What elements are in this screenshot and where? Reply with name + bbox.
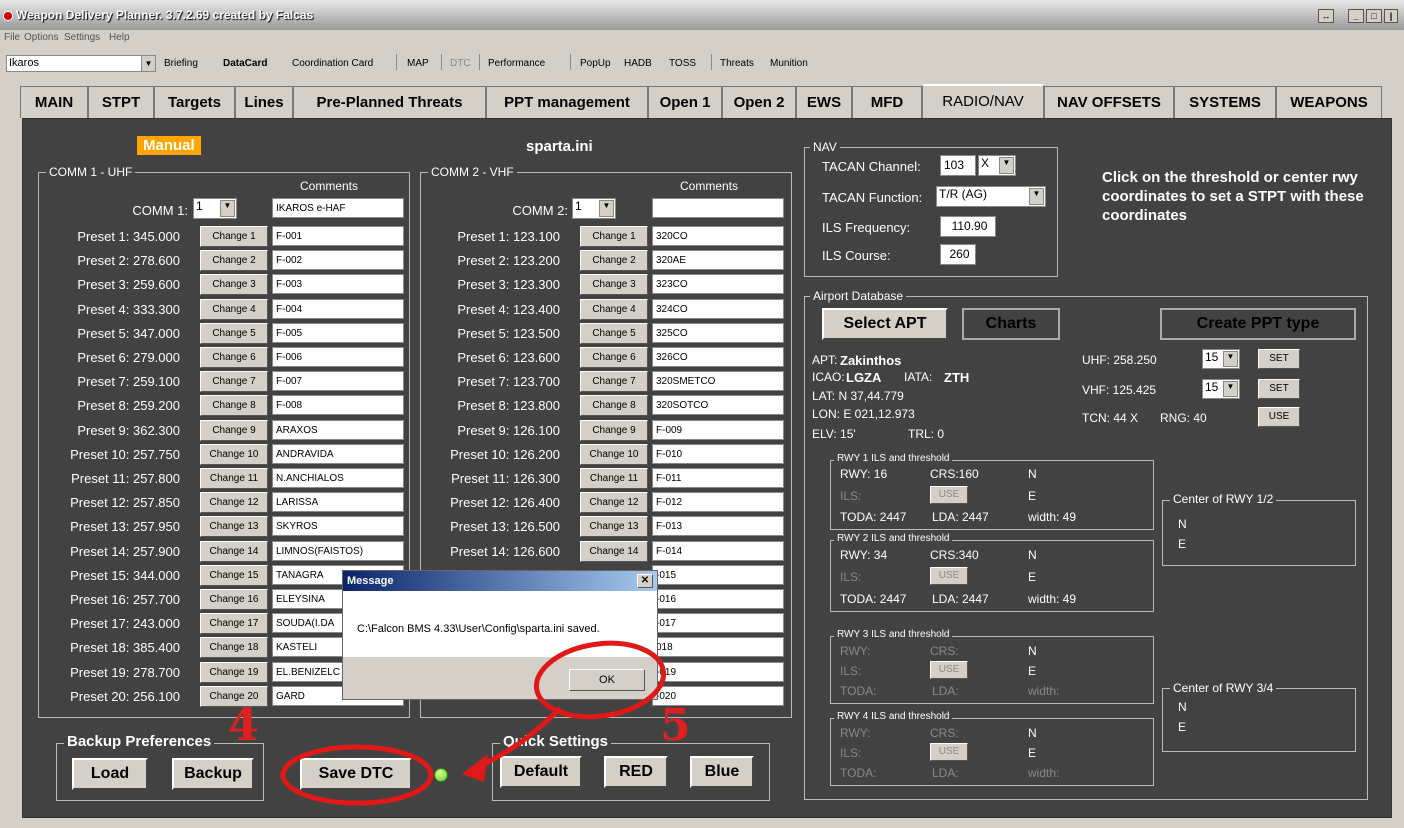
annotation-step-4: 4	[228, 700, 259, 751]
ok-highlight-circle	[533, 640, 667, 720]
red-annotation-overlay	[280, 640, 667, 806]
annotation-step-5: 5	[660, 700, 691, 751]
save-dtc-highlight-circle	[280, 744, 434, 806]
arrow-head-icon	[462, 754, 488, 782]
